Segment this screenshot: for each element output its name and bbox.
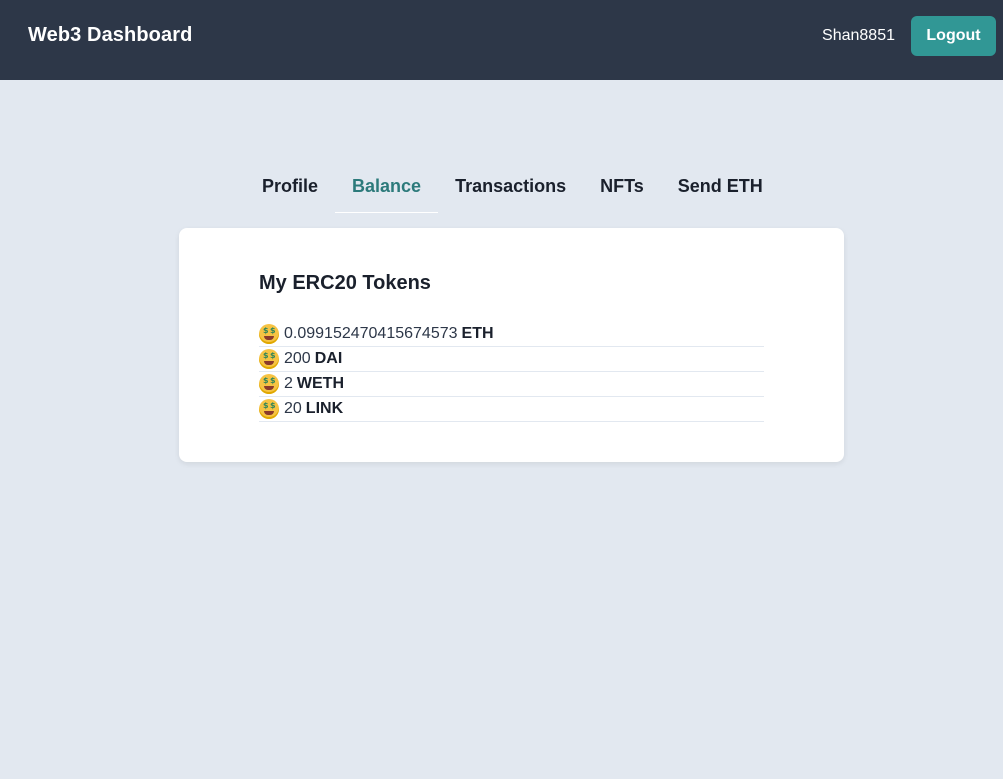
app-title: Web3 Dashboard [28, 24, 193, 46]
money-mouth-face-icon [259, 374, 279, 394]
token-amount: 2 [284, 375, 293, 392]
tab-send-eth[interactable]: Send ETH [661, 164, 780, 213]
token-amount: 200 [284, 350, 311, 367]
token-row: 0.099152470415674573 ETH [259, 322, 764, 347]
token-symbol: LINK [305, 400, 344, 417]
username-label: Shan8851 [822, 27, 895, 44]
money-mouth-face-icon [259, 324, 279, 344]
tab-bar: Profile Balance Transactions NFTs Send E… [245, 164, 780, 213]
token-amount: 20 [284, 400, 302, 417]
token-row: 200 DAI [259, 347, 764, 372]
tab-balance[interactable]: Balance [335, 164, 439, 213]
money-mouth-face-icon [259, 399, 279, 419]
tab-transactions[interactable]: Transactions [438, 164, 583, 213]
token-symbol: ETH [461, 325, 494, 342]
balance-card: My ERC20 Tokens 0.099152470415674573 ETH… [179, 228, 844, 462]
token-list: 0.099152470415674573 ETH 200 DAI 2 WETH … [259, 322, 764, 422]
token-amount: 0.099152470415674573 [284, 325, 458, 342]
token-symbol: DAI [314, 350, 343, 367]
top-navbar: Web3 Dashboard Shan8851 Logout [0, 0, 1003, 80]
token-symbol: WETH [296, 375, 345, 392]
token-row: 2 WETH [259, 372, 764, 397]
tab-profile[interactable]: Profile [245, 164, 335, 213]
tab-nfts[interactable]: NFTs [583, 164, 661, 213]
money-mouth-face-icon [259, 349, 279, 369]
logout-button[interactable]: Logout [911, 16, 996, 56]
token-row: 20 LINK [259, 397, 764, 422]
card-title: My ERC20 Tokens [259, 272, 431, 294]
